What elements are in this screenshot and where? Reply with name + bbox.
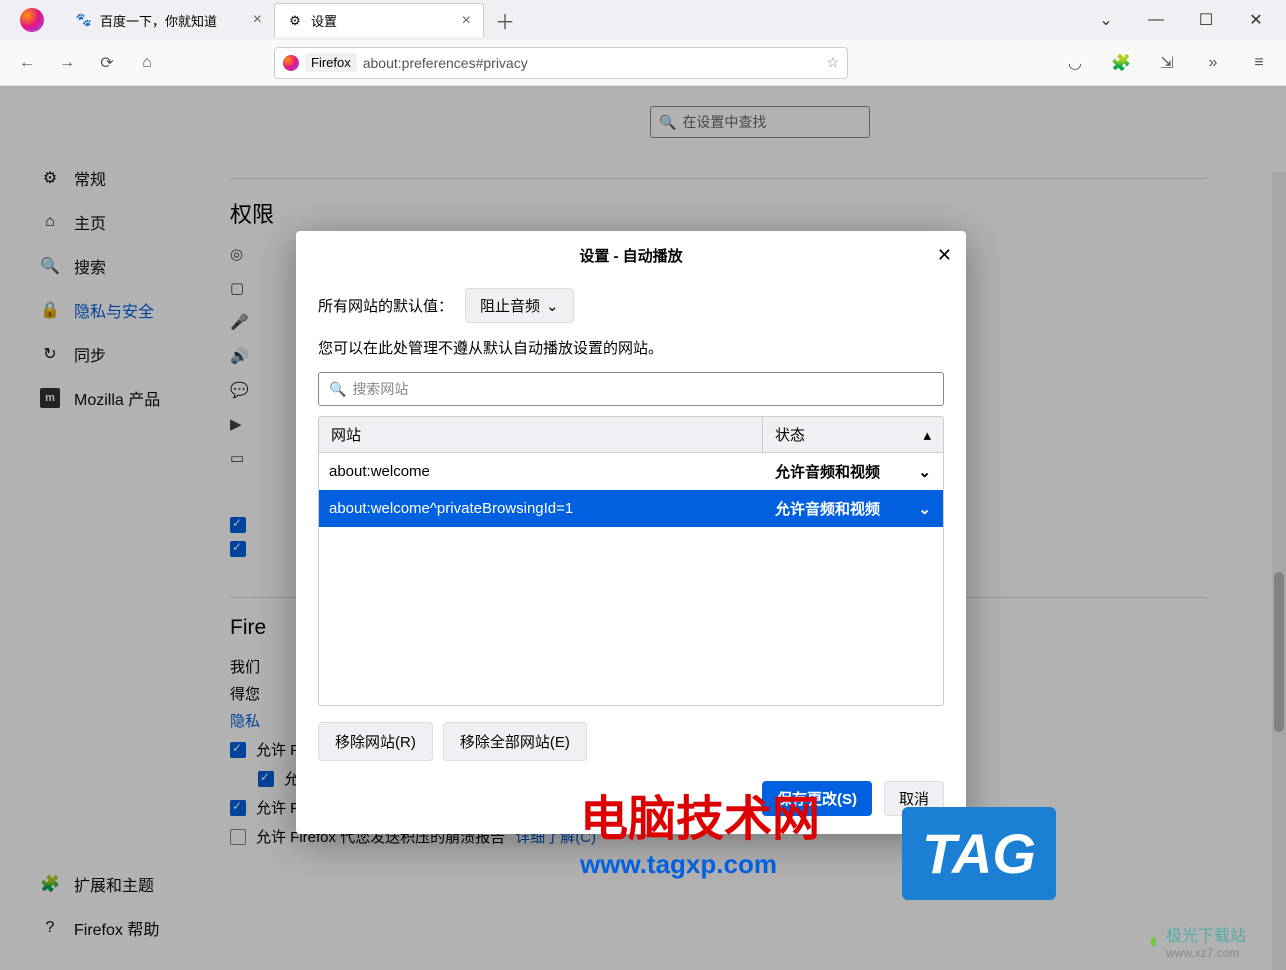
watermark-url: www.xz7.com: [1166, 946, 1246, 960]
chevron-down-icon[interactable]: ⌄: [1096, 10, 1116, 30]
urlbar-text: about:preferences#privacy: [363, 55, 821, 71]
menu-icon[interactable]: ≡: [1246, 50, 1272, 76]
site-cell: about:welcome^privateBrowsingId=1: [319, 500, 763, 517]
status-dropdown[interactable]: 允许音频和视频 ⌄: [763, 461, 943, 482]
paw-icon: 🐾: [76, 12, 92, 28]
close-button[interactable]: ✕: [1246, 10, 1266, 30]
watermark-xz7: ◐ 极光下载站 www.xz7.com: [1149, 922, 1246, 960]
watermark-tag: TAG: [902, 807, 1056, 900]
watermark-text: 极光下载站: [1166, 922, 1246, 946]
autoplay-settings-modal: 设置 - 自动播放 ✕ 所有网站的默认值： 阻止音频 ⌄ 您可以在此处管理不遵从默…: [296, 231, 966, 834]
table-row[interactable]: about:welcome 允许音频和视频 ⌄: [319, 453, 943, 490]
close-icon[interactable]: ×: [253, 11, 262, 29]
maximize-button[interactable]: ☐: [1196, 10, 1216, 30]
firefox-logo: [20, 8, 44, 32]
status-dropdown[interactable]: 允许音频和视频 ⌄: [763, 498, 943, 519]
reload-button[interactable]: ⟳: [94, 50, 120, 76]
modal-title: 设置 - 自动播放: [579, 245, 682, 266]
remove-site-button[interactable]: 移除网站(R): [318, 722, 433, 761]
search-icon: 🔍: [329, 381, 346, 398]
tab-baidu[interactable]: 🐾 百度一下，你就知道 ×: [64, 3, 274, 37]
remove-all-button[interactable]: 移除全部网站(E): [443, 722, 587, 761]
urlbar-identity: Firefox: [305, 53, 357, 72]
status-value: 允许音频和视频: [775, 461, 880, 482]
close-icon[interactable]: ✕: [937, 245, 952, 266]
tab-label: 百度一下，你就知道: [100, 11, 217, 30]
navbar: ← → ⟳ ⌂ Firefox about:preferences#privac…: [0, 40, 1286, 86]
pocket-icon[interactable]: ◡: [1062, 50, 1088, 76]
search-placeholder: 搜索网站: [352, 379, 408, 399]
back-button[interactable]: ←: [14, 50, 40, 76]
watermark-url: www.tagxp.com: [580, 849, 820, 880]
status-value: 允许音频和视频: [775, 498, 880, 519]
overflow-icon[interactable]: »: [1200, 50, 1226, 76]
home-button[interactable]: ⌂: [134, 50, 160, 76]
chevron-down-icon: ⌄: [918, 463, 931, 481]
chevron-down-icon: ⌄: [918, 500, 931, 518]
forward-button[interactable]: →: [54, 50, 80, 76]
th-status[interactable]: 状态 ▴: [763, 424, 943, 445]
sort-up-icon: ▴: [923, 426, 931, 444]
table-row[interactable]: about:welcome^privateBrowsingId=1 允许音频和视…: [319, 490, 943, 527]
titlebar: 🐾 百度一下，你就知道 × ⚙ 设置 × ＋ ⌄ ― ☐ ✕: [0, 0, 1286, 40]
tab-settings[interactable]: ⚙ 设置 ×: [274, 3, 484, 37]
bookmark-star-icon[interactable]: ☆: [826, 54, 839, 71]
chevron-down-icon: ⌄: [546, 297, 559, 315]
new-tab-button[interactable]: ＋: [490, 5, 520, 35]
watermark-tagxp: 电脑技术网 www.tagxp.com: [580, 779, 820, 880]
th-status-label: 状态: [775, 424, 805, 445]
site-cell: about:welcome: [319, 463, 763, 480]
th-site[interactable]: 网站: [319, 417, 763, 452]
gear-icon: ⚙: [287, 13, 303, 29]
url-bar[interactable]: Firefox about:preferences#privacy ☆: [274, 47, 848, 79]
site-search-input[interactable]: 🔍 搜索网站: [318, 372, 944, 406]
globe-icon: ◐: [1149, 928, 1162, 954]
extensions-icon[interactable]: 🧩: [1108, 50, 1134, 76]
minimize-button[interactable]: ―: [1146, 10, 1166, 30]
default-label: 所有网站的默认值：: [318, 295, 453, 316]
firefox-icon: [283, 55, 299, 71]
site-table: 网站 状态 ▴ about:welcome 允许音频和视频 ⌄ about:welc…: [318, 416, 944, 706]
watermark-text: 电脑技术网: [580, 779, 820, 849]
default-value-dropdown[interactable]: 阻止音频 ⌄: [465, 288, 574, 323]
modal-desc: 您可以在此处管理不遵从默认自动播放设置的网站。: [318, 337, 944, 358]
close-icon[interactable]: ×: [462, 12, 471, 30]
pin-icon[interactable]: ⇲: [1154, 50, 1180, 76]
table-header: 网站 状态 ▴: [319, 417, 943, 453]
dropdown-value: 阻止音频: [480, 295, 540, 316]
tab-label: 设置: [311, 11, 337, 30]
